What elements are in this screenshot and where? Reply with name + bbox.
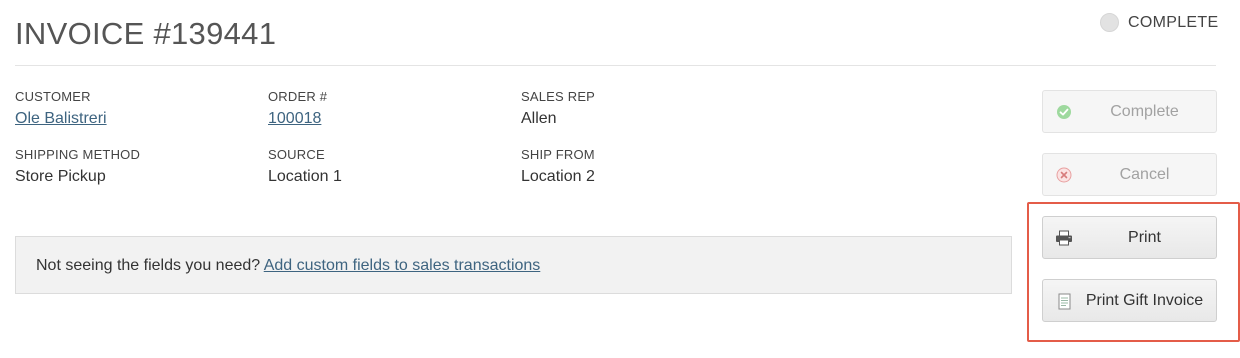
order-label: ORDER # [268, 89, 328, 104]
x-circle-icon [1055, 166, 1073, 184]
add-custom-fields-link[interactable]: Add custom fields to sales transactions [264, 257, 541, 274]
complete-button[interactable]: Complete [1042, 90, 1217, 133]
ship-from-label: SHIP FROM [521, 147, 595, 162]
status-label: COMPLETE [1128, 13, 1219, 31]
status-dot-icon [1100, 13, 1119, 32]
order-link[interactable]: 100018 [268, 110, 327, 128]
shipping-method-value: Store Pickup [15, 168, 106, 185]
customer-link[interactable]: Ole Balistreri [15, 110, 107, 128]
notice-message: Not seeing the fields you need? [36, 257, 261, 274]
sales-rep-label: SALES REP [521, 89, 596, 104]
check-circle-icon [1055, 103, 1073, 121]
custom-fields-notice: Not seeing the fields you need? Add cust… [15, 236, 1012, 294]
customer-field: CUSTOMER Ole Balistreri [15, 89, 107, 128]
customer-label: CUSTOMER [15, 89, 91, 104]
order-field: ORDER # 100018 [268, 89, 327, 128]
sales-rep-field: SALES REP Allen [521, 89, 595, 128]
ship-from-field: SHIP FROM Location 2 [521, 147, 595, 186]
ship-from-value: Location 2 [521, 168, 595, 185]
sales-rep-value: Allen [521, 110, 557, 127]
source-label: SOURCE [268, 147, 325, 162]
cancel-button[interactable]: Cancel [1042, 153, 1217, 196]
header-divider [15, 65, 1216, 66]
page-title: INVOICE #139441 [15, 16, 277, 51]
source-field: SOURCE Location 1 [268, 147, 342, 186]
notice-text: Not seeing the fields you need? Add cust… [36, 257, 540, 275]
shipping-method-label: SHIPPING METHOD [15, 147, 141, 162]
status-indicator: COMPLETE [1100, 13, 1218, 32]
source-value: Location 1 [268, 168, 342, 185]
shipping-method-field: SHIPPING METHOD Store Pickup [15, 147, 140, 186]
print-buttons-highlight [1027, 202, 1240, 342]
